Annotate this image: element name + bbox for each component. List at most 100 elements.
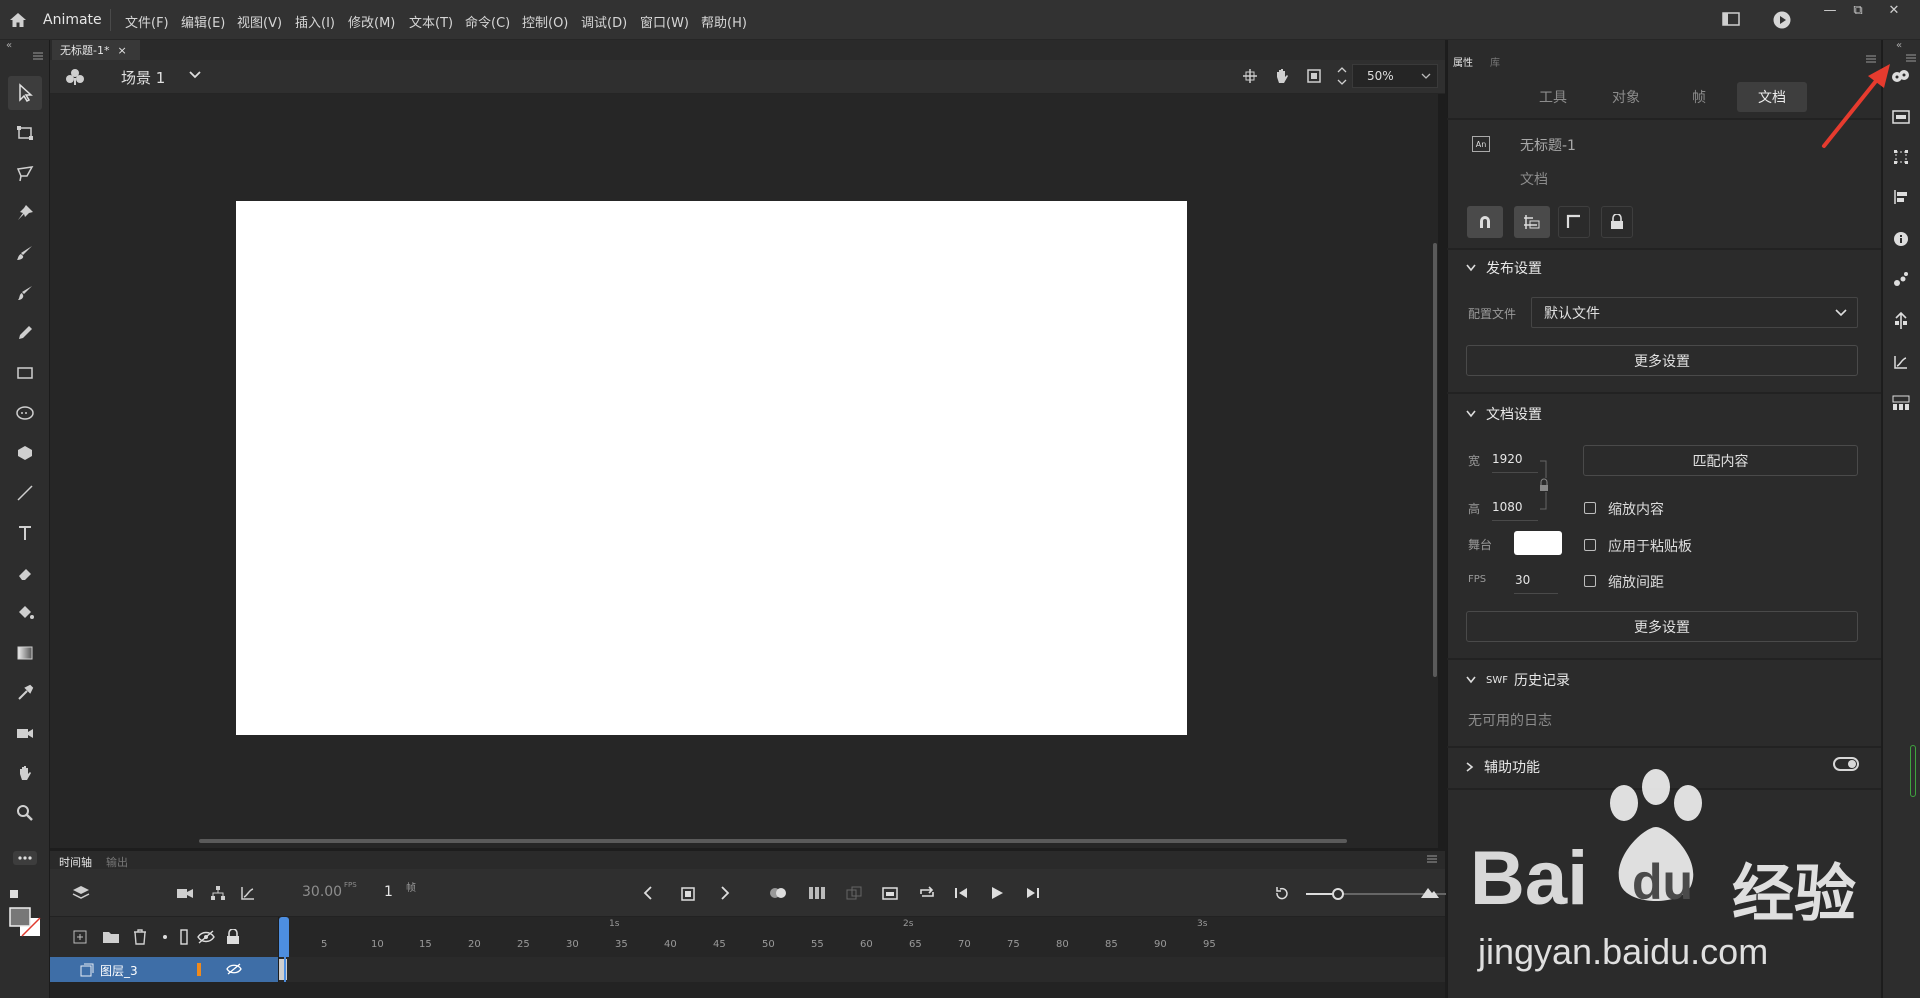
color-swatches[interactable] bbox=[8, 888, 42, 938]
sync-icon[interactable] bbox=[846, 886, 862, 900]
symbol-icon[interactable] bbox=[65, 68, 85, 86]
timeline-menu-icon[interactable] bbox=[1427, 855, 1437, 863]
brush-tool[interactable] bbox=[8, 276, 42, 310]
rotate-hand-icon[interactable] bbox=[1272, 66, 1292, 86]
tab-output[interactable]: 输出 bbox=[106, 854, 128, 870]
lock-icon[interactable] bbox=[226, 929, 240, 945]
info-icon[interactable] bbox=[1888, 226, 1914, 252]
folder-icon[interactable] bbox=[102, 930, 120, 944]
tab-tool[interactable]: 工具 bbox=[1518, 82, 1588, 112]
trash-icon[interactable] bbox=[133, 929, 147, 945]
gradient-tool[interactable] bbox=[8, 636, 42, 670]
match-contents-button[interactable]: 匹配内容 bbox=[1583, 445, 1858, 476]
scroll-indicator[interactable] bbox=[1910, 745, 1916, 797]
tab-document[interactable]: 文档 bbox=[1737, 82, 1807, 112]
frame-grid[interactable] bbox=[279, 957, 1445, 982]
menu-window[interactable]: 窗口(W) bbox=[640, 12, 689, 31]
mountain-icon[interactable] bbox=[1420, 885, 1440, 899]
rulers-toggle[interactable] bbox=[1558, 206, 1590, 238]
undo-view-icon[interactable] bbox=[1274, 886, 1290, 900]
align-panel-icon[interactable] bbox=[1888, 184, 1914, 210]
menu-file[interactable]: 文件(F) bbox=[125, 12, 169, 31]
outline-icon[interactable] bbox=[180, 929, 188, 945]
swf-history-header[interactable]: SWF 历史记录 bbox=[1466, 670, 1570, 690]
camera-icon[interactable] bbox=[176, 886, 194, 900]
clip-stage-icon[interactable] bbox=[1306, 68, 1322, 84]
tab-properties[interactable]: 属性 bbox=[1453, 54, 1473, 69]
menu-text[interactable]: 文本(T) bbox=[409, 12, 453, 31]
layer-hidden-icon[interactable] bbox=[226, 962, 242, 976]
menu-view[interactable]: 视图(V) bbox=[237, 12, 282, 31]
tab-frame[interactable]: 帧 bbox=[1664, 82, 1734, 112]
frame-ruler[interactable]: 1s 2s 3s 5 10 15 20 25 30 35 40 45 50 55… bbox=[279, 917, 1445, 957]
scale-content-checkbox[interactable] bbox=[1584, 502, 1596, 514]
step-back-icon[interactable] bbox=[954, 886, 970, 900]
menu-edit[interactable]: 编辑(E) bbox=[181, 12, 225, 31]
pin-tool[interactable] bbox=[8, 196, 42, 230]
scene-label[interactable]: 场景 1 bbox=[121, 67, 165, 88]
new-layer-icon[interactable] bbox=[72, 929, 88, 945]
line-tool[interactable] bbox=[8, 476, 42, 510]
stage-canvas[interactable] bbox=[236, 201, 1187, 735]
swatches-icon[interactable] bbox=[1888, 266, 1914, 292]
highlight-dot-icon[interactable] bbox=[163, 935, 167, 939]
loop-icon[interactable] bbox=[918, 885, 936, 901]
text-tool[interactable] bbox=[8, 516, 42, 550]
stage-color-swatch[interactable] bbox=[1514, 531, 1562, 555]
snap-icon[interactable] bbox=[1242, 68, 1258, 84]
fps-input[interactable]: 30 bbox=[1515, 573, 1530, 587]
visibility-icon[interactable] bbox=[197, 929, 215, 945]
selection-tool[interactable] bbox=[8, 76, 42, 110]
menu-help[interactable]: 帮助(H) bbox=[701, 12, 747, 31]
layer-name[interactable]: 图层_3 bbox=[100, 962, 138, 979]
eraser-tool[interactable] bbox=[8, 556, 42, 590]
menu-modify[interactable]: 修改(M) bbox=[348, 12, 395, 31]
home-icon[interactable] bbox=[8, 10, 28, 30]
prev-keyframe-icon[interactable] bbox=[643, 886, 653, 900]
scene-dropdown-icon[interactable] bbox=[189, 71, 201, 79]
tab-timeline[interactable]: 时间轴 bbox=[59, 854, 92, 870]
components-icon[interactable] bbox=[1888, 308, 1914, 334]
layers-icon[interactable] bbox=[72, 885, 90, 901]
timeline-zoom-handle[interactable] bbox=[1332, 888, 1344, 900]
vertical-scrollbar[interactable] bbox=[1433, 243, 1437, 677]
library-grid-icon[interactable] bbox=[1888, 390, 1914, 416]
menu-commands[interactable]: 命令(C) bbox=[465, 12, 510, 31]
play-icon[interactable] bbox=[990, 886, 1004, 900]
fps-value[interactable]: 30.00 bbox=[302, 884, 342, 900]
profile-select[interactable]: 默认文件 bbox=[1531, 297, 1858, 328]
collapse-left-icon[interactable]: « bbox=[6, 40, 12, 51]
menu-debug[interactable]: 调试(D) bbox=[581, 12, 627, 31]
current-frame[interactable]: 1 bbox=[384, 884, 393, 900]
horizontal-scrollbar[interactable] bbox=[199, 839, 1347, 843]
document-tab-close[interactable]: × bbox=[117, 44, 126, 57]
more-tools-button[interactable] bbox=[8, 848, 42, 868]
expand-panels-icon[interactable]: « bbox=[1896, 40, 1902, 51]
insert-keyframe-icon[interactable] bbox=[680, 886, 696, 902]
document-settings-header[interactable]: 文档设置 bbox=[1466, 404, 1542, 424]
panel-menu-icon[interactable] bbox=[33, 52, 43, 60]
motion-editor-icon[interactable] bbox=[1888, 349, 1914, 375]
camera-tool[interactable] bbox=[8, 716, 42, 750]
zoom-select[interactable]: 50% bbox=[1352, 64, 1438, 88]
zoom-tool[interactable] bbox=[8, 796, 42, 830]
paint-brush-tool[interactable] bbox=[8, 236, 42, 270]
layer-color-marker[interactable] bbox=[197, 963, 201, 976]
paint-bucket-tool[interactable] bbox=[8, 596, 42, 630]
layer-row[interactable]: 图层_3 bbox=[50, 957, 278, 982]
next-keyframe-icon[interactable] bbox=[720, 886, 730, 900]
lasso-tool[interactable] bbox=[8, 156, 42, 190]
pencil-tool[interactable] bbox=[8, 316, 42, 350]
width-input[interactable]: 1920 bbox=[1492, 452, 1523, 466]
apply-pasteboard-checkbox[interactable] bbox=[1584, 539, 1596, 551]
lock-toggle[interactable] bbox=[1601, 206, 1633, 238]
height-input[interactable]: 1080 bbox=[1492, 500, 1523, 514]
edit-multiple-frames-icon[interactable] bbox=[808, 885, 826, 901]
tab-object[interactable]: 对象 bbox=[1591, 82, 1661, 112]
layer-parenting-icon[interactable] bbox=[210, 885, 226, 901]
strip-menu-icon[interactable] bbox=[1906, 54, 1916, 62]
link-dimensions-icon[interactable] bbox=[1538, 460, 1550, 510]
scale-spacing-checkbox[interactable] bbox=[1584, 575, 1596, 587]
free-transform-tool[interactable] bbox=[8, 116, 42, 150]
zoom-stepper-icon[interactable] bbox=[1337, 64, 1347, 88]
